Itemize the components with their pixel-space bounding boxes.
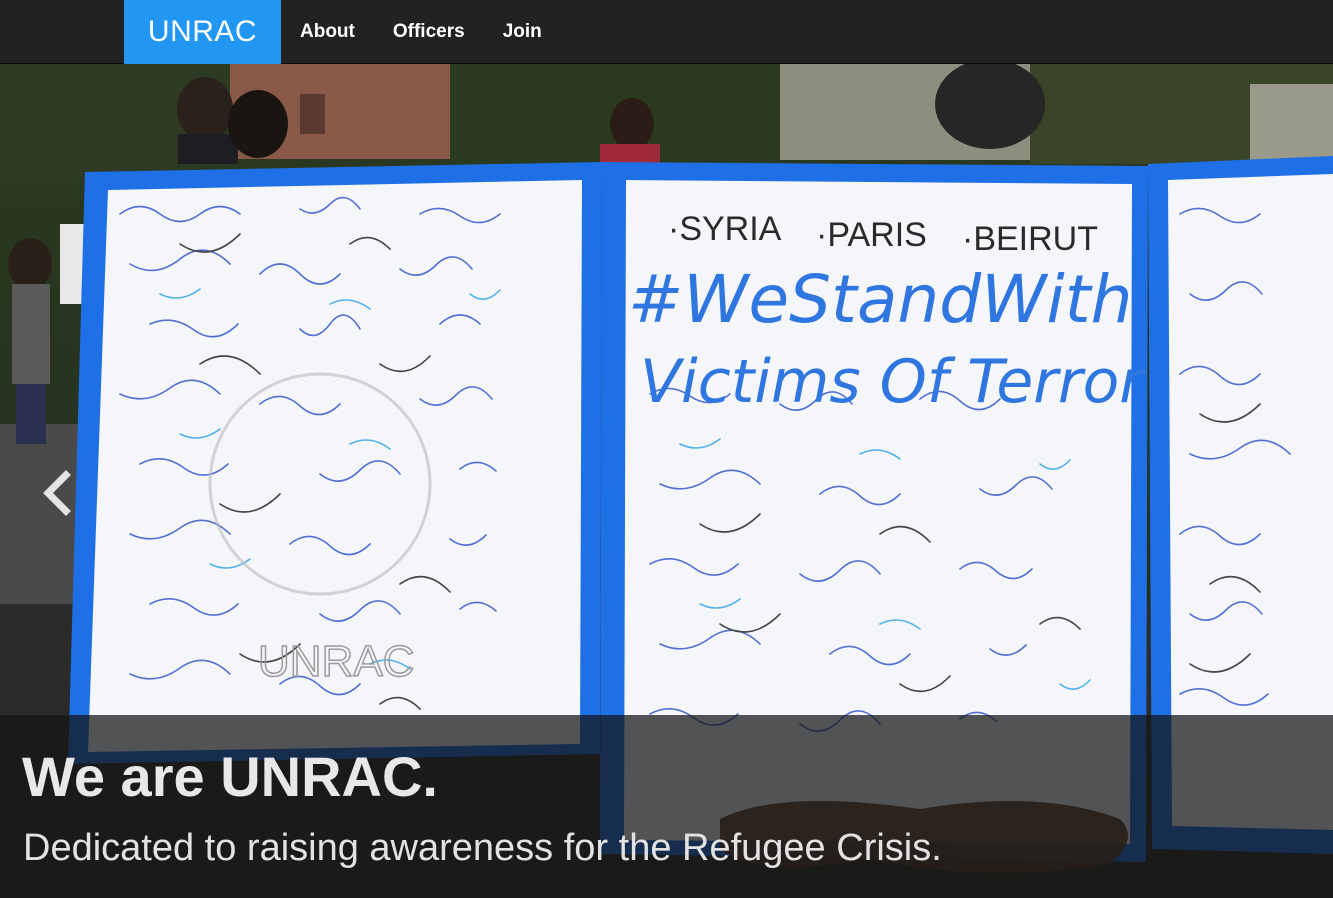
hero-headline: We are UNRAC. xyxy=(22,745,438,808)
hero-carousel: UNRAC ·SYRIA ·PARIS ·BEIRUT #WeStandWith… xyxy=(0,64,1333,898)
board-hashtag: #WeStandWith xyxy=(628,261,1132,338)
brand-logo-link[interactable]: UNRAC xyxy=(124,0,281,64)
nav-join-link[interactable]: Join xyxy=(484,0,561,64)
board-unrac-logo: UNRAC xyxy=(258,637,414,686)
chevron-left-icon xyxy=(43,470,71,516)
board-place-paris: ·PARIS xyxy=(816,216,927,254)
nav-about-link[interactable]: About xyxy=(281,0,374,64)
board-line2: Victims Of Terror xyxy=(640,347,1147,417)
hero-subheadline: Dedicated to raising awareness for the R… xyxy=(23,827,942,869)
nav-officers-link[interactable]: Officers xyxy=(374,0,484,64)
carousel-prev-button[interactable] xyxy=(40,469,74,517)
nav-links: About Officers Join xyxy=(281,0,561,64)
navbar: UNRAC About Officers Join xyxy=(0,0,1333,64)
board-place-syria: ·SYRIA xyxy=(668,210,782,248)
board-place-beirut: ·BEIRUT xyxy=(962,220,1098,258)
